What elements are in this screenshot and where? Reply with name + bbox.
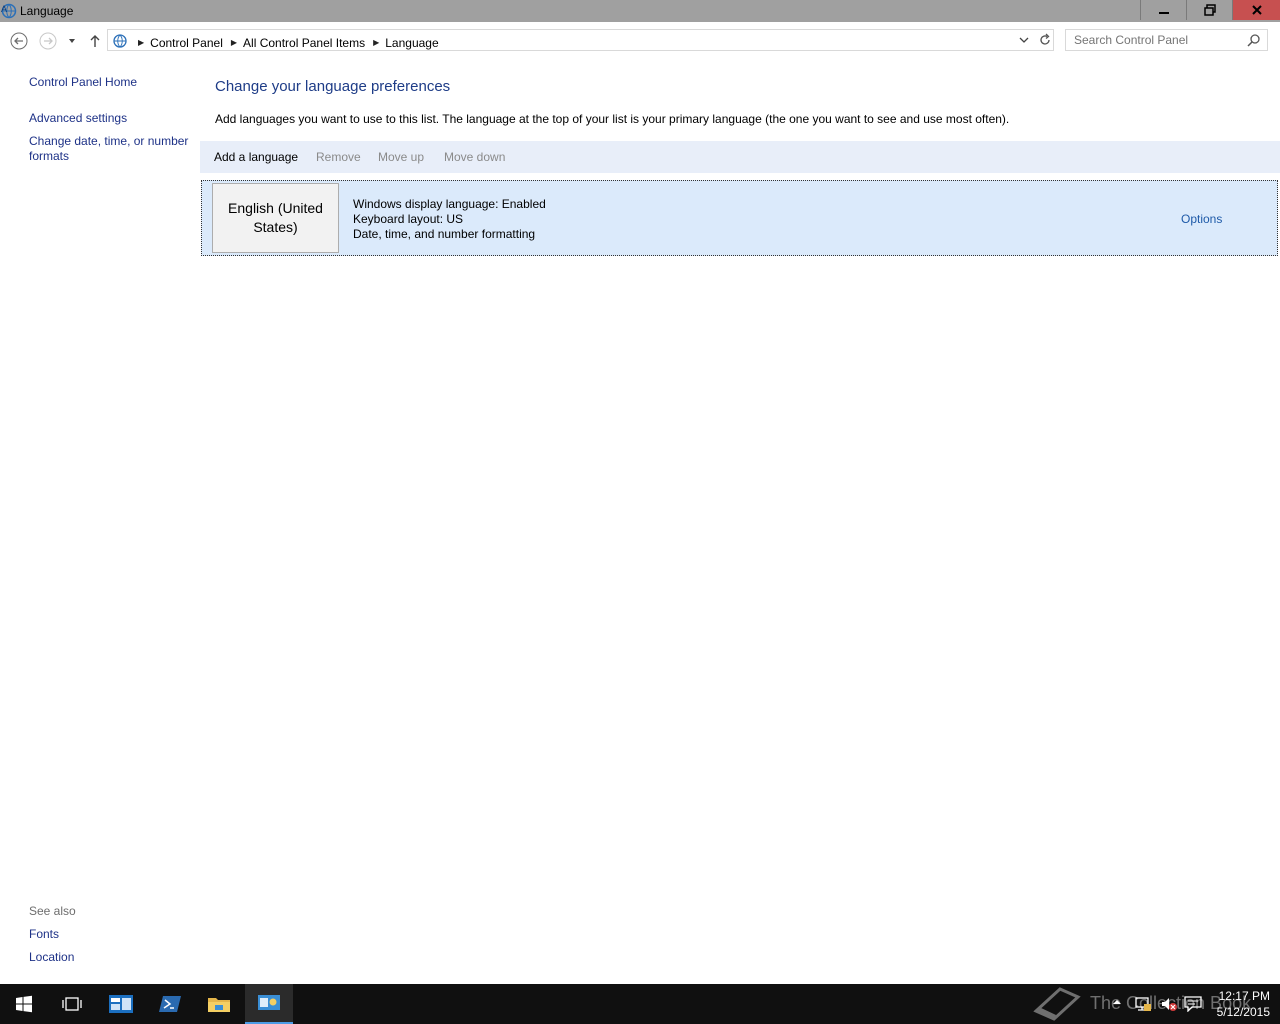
control-panel-location-icon (112, 33, 130, 52)
language-name-tile[interactable]: English (United States) (212, 183, 339, 253)
restore-icon (1204, 4, 1216, 16)
breadcrumb-separator-icon[interactable]: ▶ (373, 38, 379, 47)
page-description: Add languages you want to use to this li… (215, 112, 1010, 126)
server-manager-button[interactable] (97, 984, 145, 1024)
display-language-status: Windows display language: Enabled (353, 197, 546, 211)
windows-start-icon (16, 995, 32, 1013)
language-toolbar: Add a language Remove Move up Move down (200, 141, 1280, 173)
title-bar: A Language (0, 0, 1280, 22)
control-panel-home-link[interactable]: Control Panel Home (29, 75, 137, 90)
language-app-icon: A (1, 3, 17, 19)
book-logo-icon (1033, 987, 1081, 1021)
move-up-button[interactable]: Move up (378, 150, 424, 164)
close-icon (1252, 5, 1262, 15)
clock-date: 5/12/2015 (1216, 1005, 1270, 1019)
network-tray-button[interactable] (1134, 996, 1152, 1015)
see-also-label: See also (29, 904, 76, 918)
chevron-down-icon (1019, 37, 1029, 43)
show-hidden-icons-button[interactable] (1112, 996, 1122, 1010)
move-down-button[interactable]: Move down (444, 150, 505, 164)
refresh-button[interactable] (1038, 33, 1052, 50)
chevron-up-icon (1113, 1000, 1121, 1004)
breadcrumb-separator-icon[interactable]: ▶ (138, 38, 144, 47)
minimize-icon (1159, 12, 1169, 14)
address-bar[interactable]: ▶ Control Panel ▶ All Control Panel Item… (107, 29, 1054, 51)
file-explorer-icon (208, 998, 230, 1012)
control-panel-icon (258, 995, 280, 1010)
breadcrumb-separator-icon[interactable]: ▶ (231, 38, 237, 47)
add-language-button[interactable]: Add a language (214, 150, 298, 164)
start-button[interactable] (0, 984, 48, 1024)
network-icon (1135, 997, 1151, 1011)
powershell-icon (159, 996, 181, 1012)
page-title: Change your language preferences (215, 78, 451, 95)
fonts-link[interactable]: Fonts (29, 927, 59, 942)
link-line-1[interactable]: Change date, time, or number (29, 134, 188, 148)
task-view-button[interactable] (48, 984, 96, 1024)
refresh-icon (1040, 33, 1050, 45)
change-date-time-formats-link[interactable]: Change date, time, or number formats (29, 134, 199, 164)
location-link[interactable]: Location (29, 950, 74, 965)
remove-button[interactable]: Remove (316, 150, 361, 164)
restore-button[interactable] (1186, 0, 1233, 20)
options-link[interactable]: Options (1181, 212, 1222, 226)
powershell-button[interactable] (146, 984, 194, 1024)
clock-time: 12:17 PM (1218, 989, 1270, 1003)
minimize-button[interactable] (1140, 0, 1187, 20)
address-dropdown-button[interactable] (1018, 34, 1030, 49)
volume-muted-icon (1162, 998, 1177, 1011)
task-view-icon (62, 997, 82, 1011)
server-manager-icon (109, 995, 133, 1013)
system-clock[interactable]: 12:17 PM 5/12/2015 (1200, 988, 1270, 1020)
breadcrumb-language[interactable]: Language (385, 36, 438, 50)
window-title: Language (20, 4, 74, 18)
back-arrow-icon (10, 32, 28, 50)
recent-locations-button[interactable] (62, 31, 82, 51)
close-button[interactable] (1232, 0, 1280, 20)
back-button[interactable] (9, 31, 29, 51)
volume-tray-button[interactable] (1160, 996, 1178, 1015)
forward-button[interactable] (38, 31, 58, 51)
chevron-down-icon (69, 39, 75, 43)
breadcrumb-all-items[interactable]: All Control Panel Items (243, 36, 365, 50)
breadcrumb-control-panel[interactable]: Control Panel (150, 36, 223, 50)
svg-text:A: A (1, 4, 7, 14)
forward-arrow-icon (39, 32, 57, 50)
up-arrow-icon (90, 35, 100, 47)
search-box[interactable] (1065, 29, 1268, 51)
file-explorer-button[interactable] (195, 984, 243, 1024)
language-details: Windows display language: Enabled Keyboa… (353, 197, 546, 242)
keyboard-layout-status: Keyboard layout: US (353, 212, 464, 226)
link-line-2[interactable]: formats (29, 149, 69, 163)
search-icon[interactable] (1247, 34, 1260, 50)
control-panel-taskbar-button[interactable] (245, 984, 293, 1024)
advanced-settings-link[interactable]: Advanced settings (29, 111, 127, 126)
up-button[interactable] (85, 31, 105, 51)
language-list-item[interactable]: English (United States) Windows display … (201, 180, 1278, 256)
search-input[interactable] (1066, 30, 1244, 50)
formatting-status: Date, time, and number formatting (353, 227, 536, 241)
